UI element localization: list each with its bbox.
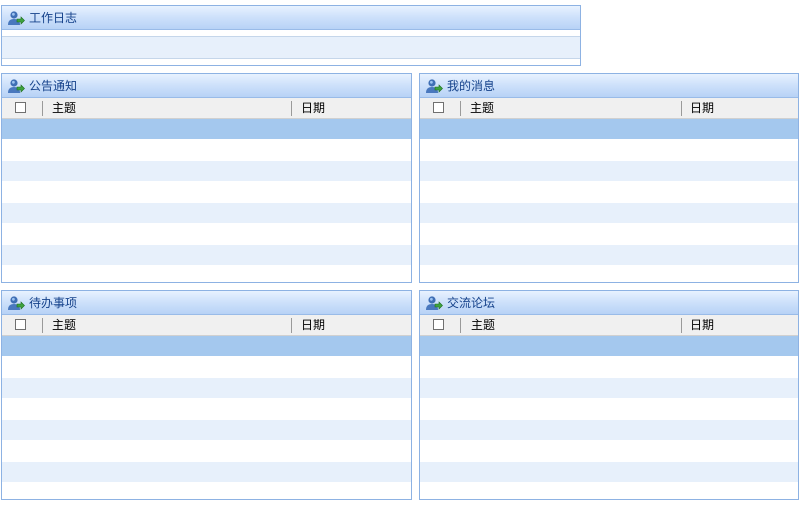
column-header-subject[interactable]: 主题 [52,318,76,333]
table-row[interactable] [2,420,411,441]
work-log-title: 工作日志 [29,10,78,25]
work-log-entry-row[interactable] [2,36,580,59]
messages-grid-body [420,119,798,266]
work-log-body [2,30,580,59]
table-row[interactable] [2,119,411,140]
column-header-subject[interactable]: 主题 [52,101,76,116]
column-separator[interactable] [681,101,682,116]
user-arrow-icon [425,78,443,94]
column-separator[interactable] [681,318,682,333]
table-row[interactable] [420,203,798,224]
table-row[interactable] [420,462,798,483]
table-row[interactable] [420,357,798,378]
table-row[interactable] [420,161,798,182]
select-all-checkbox[interactable] [15,319,26,330]
todo-grid-body [2,336,411,483]
select-all-checkbox[interactable] [15,102,26,113]
todo-title: 待办事项 [29,295,78,310]
work-log-panel: 工作日志 [1,5,581,66]
table-row[interactable] [420,245,798,266]
forum-title: 交流论坛 [447,295,496,310]
todo-grid-header: 主题 日期 [2,315,411,336]
table-row[interactable] [420,399,798,420]
table-row[interactable] [2,161,411,182]
table-row[interactable] [2,203,411,224]
user-arrow-icon [7,295,25,311]
table-row[interactable] [2,140,411,161]
column-separator[interactable] [291,101,292,116]
forum-grid-body [420,336,798,483]
table-row[interactable] [2,182,411,203]
todo-header: 待办事项 [2,291,411,315]
column-separator[interactable] [42,318,43,333]
announcements-title: 公告通知 [29,78,78,93]
table-row[interactable] [420,378,798,399]
messages-panel: 我的消息 主题 日期 [419,73,799,283]
messages-grid-header: 主题 日期 [420,98,798,119]
column-separator[interactable] [42,101,43,116]
work-log-header: 工作日志 [2,6,580,30]
table-row[interactable] [2,378,411,399]
table-row[interactable] [420,119,798,140]
table-row[interactable] [420,182,798,203]
table-row[interactable] [2,357,411,378]
table-row[interactable] [2,336,411,357]
messages-title: 我的消息 [447,78,496,93]
user-arrow-icon [7,78,25,94]
forum-header: 交流论坛 [420,291,798,315]
announcements-header: 公告通知 [2,74,411,98]
column-header-subject[interactable]: 主题 [471,318,495,333]
user-arrow-icon [425,295,443,311]
todo-panel: 待办事项 主题 日期 [1,290,412,500]
table-row[interactable] [420,140,798,161]
column-separator[interactable] [460,101,461,116]
table-row[interactable] [2,462,411,483]
user-arrow-icon [7,10,25,26]
table-row[interactable] [420,336,798,357]
forum-grid-header: 主题 日期 [420,315,798,336]
table-row[interactable] [2,441,411,462]
column-header-date[interactable]: 日期 [690,318,714,333]
column-separator[interactable] [460,318,461,333]
column-header-date[interactable]: 日期 [301,318,325,333]
forum-panel: 交流论坛 主题 日期 [419,290,799,500]
table-row[interactable] [2,399,411,420]
column-header-date[interactable]: 日期 [690,101,714,116]
table-row[interactable] [420,224,798,245]
announcements-panel: 公告通知 主题 日期 [1,73,412,283]
announcements-grid-header: 主题 日期 [2,98,411,119]
table-row[interactable] [2,245,411,266]
column-header-date[interactable]: 日期 [301,101,325,116]
column-separator[interactable] [291,318,292,333]
column-header-subject[interactable]: 主题 [470,101,494,116]
table-row[interactable] [2,224,411,245]
select-all-checkbox[interactable] [433,319,444,330]
table-row[interactable] [420,441,798,462]
announcements-grid-body [2,119,411,266]
select-all-checkbox[interactable] [433,102,444,113]
messages-header: 我的消息 [420,74,798,98]
table-row[interactable] [420,420,798,441]
